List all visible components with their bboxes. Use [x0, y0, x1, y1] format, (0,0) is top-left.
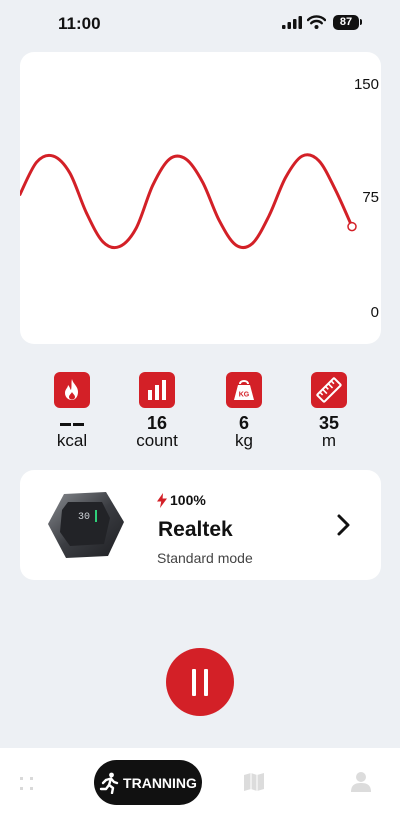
stat-weight: KG 6 kg [204, 372, 284, 450]
series-end-marker [347, 221, 357, 232]
pause-bar [192, 669, 196, 696]
stat-count: 16 count [117, 372, 197, 450]
battery-tip [360, 19, 362, 25]
wifi-icon [307, 15, 326, 29]
flame-icon [54, 372, 90, 408]
svg-text:KG: KG [239, 392, 250, 399]
device-name: Realtek [158, 518, 233, 541]
tab-training-label: TRANNING [123, 774, 197, 791]
stat-weight-unit: kg [235, 431, 253, 450]
line-chart: 150 75 0 [20, 76, 379, 321]
stat-distance-unit: m [321, 431, 337, 450]
stat-calories-value [32, 414, 112, 432]
chevron-right-icon[interactable] [334, 512, 354, 538]
device-battery-value: 100% [170, 492, 206, 508]
running-person-icon [99, 772, 119, 794]
tab-book-icon[interactable] [243, 772, 265, 792]
device-mode: Standard mode [157, 550, 253, 566]
bar-chart-icon [139, 372, 175, 408]
chart-card: 150 75 0 [20, 52, 381, 344]
stat-count-value: 16 [146, 413, 168, 433]
y-tick-label: 150 [354, 76, 379, 93]
tab-training[interactable]: TRANNING [94, 760, 202, 805]
battery-indicator: 87 [333, 15, 359, 30]
stat-weight-value: 6 [238, 413, 249, 433]
stat-distance: 35 m [289, 372, 369, 450]
device-image: 30 [48, 492, 124, 558]
kettlebell-kg-icon: KG [226, 372, 262, 408]
tab-grid-icon[interactable] [19, 776, 35, 792]
series-line [20, 153, 354, 250]
status-bar: 11:00 87 [0, 0, 400, 48]
device-display-digits: 30 [78, 512, 90, 523]
pause-bar [204, 669, 208, 696]
stat-distance-value: 35 [318, 413, 340, 433]
device-card[interactable]: 30 100% Realtek Standard mode [20, 470, 381, 580]
stat-calories: kcal [32, 372, 112, 450]
pause-button[interactable] [166, 648, 234, 716]
device-battery: 100% [157, 492, 206, 508]
lightning-icon [157, 492, 167, 508]
stat-calories-unit: kcal [56, 431, 88, 450]
cellular-signal-icon [282, 16, 302, 29]
y-tick-label: 0 [371, 304, 379, 321]
placeholder-dash [60, 422, 71, 426]
placeholder-dash [73, 422, 84, 426]
tab-profile-icon[interactable] [351, 771, 371, 793]
stat-count-unit: count [136, 431, 178, 450]
status-time: 11:00 [58, 14, 101, 33]
ruler-icon [311, 372, 347, 408]
workout-stats: kcal 16 count KG 6 kg 35 m [0, 372, 400, 452]
tab-bar: TRANNING [0, 748, 400, 834]
y-tick-label: 75 [362, 189, 379, 206]
